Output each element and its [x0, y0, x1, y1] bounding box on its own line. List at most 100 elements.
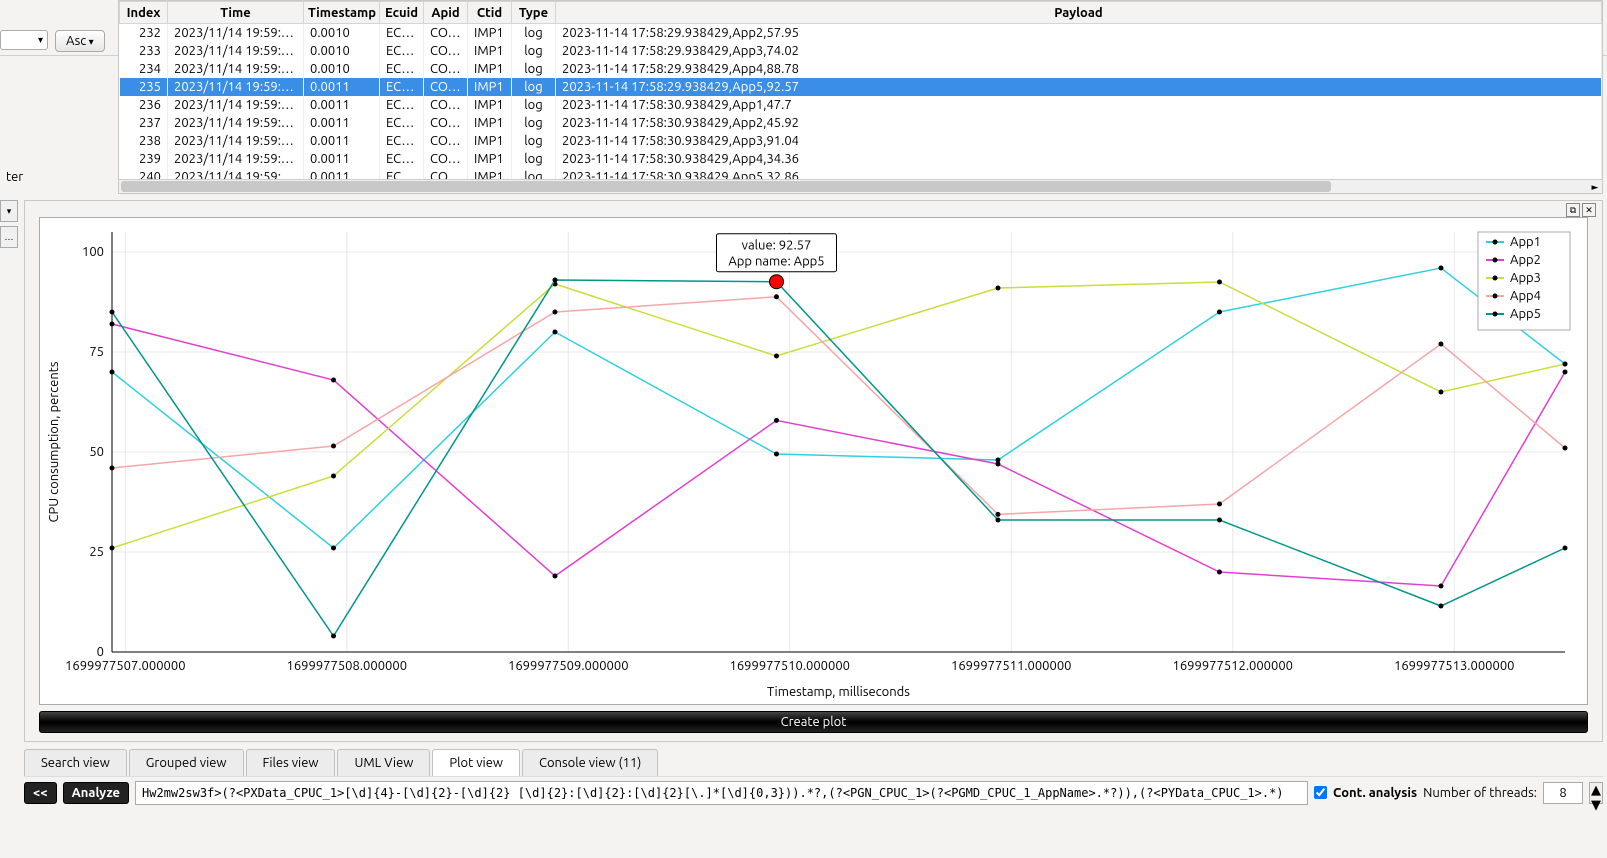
window-controls-chart: ⧉ ✕ [1566, 203, 1596, 217]
data-point[interactable] [1217, 502, 1222, 507]
table-h-scrollbar[interactable]: ◄ ► [119, 179, 1602, 193]
data-point[interactable] [1438, 390, 1443, 395]
table-row[interactable]: 2382023/11/14 19:59:…0.0011EC…CO…IMP1log… [120, 132, 1602, 150]
series-line-App1[interactable] [112, 268, 1565, 548]
table-row[interactable]: 2362023/11/14 19:59:…0.0011EC…CO…IMP1log… [120, 96, 1602, 114]
table-row[interactable]: 2322023/11/14 19:59:…0.0010EC…CO…IMP1log… [120, 24, 1602, 42]
data-point[interactable] [774, 418, 779, 423]
data-point[interactable] [1563, 546, 1568, 551]
legend-label[interactable]: App4 [1510, 289, 1541, 303]
threads-input[interactable] [1543, 782, 1583, 804]
data-point[interactable] [331, 444, 336, 449]
data-point[interactable] [1217, 570, 1222, 575]
data-point[interactable] [1563, 446, 1568, 451]
tab-uml-view[interactable]: UML View [337, 749, 430, 776]
data-point[interactable] [331, 378, 336, 383]
data-point[interactable] [1438, 266, 1443, 271]
col-header[interactable]: Timestamp [304, 2, 380, 24]
data-point[interactable] [1438, 604, 1443, 609]
tab-plot-view[interactable]: Plot view [432, 749, 520, 776]
data-point[interactable] [774, 354, 779, 359]
data-point[interactable] [995, 512, 1000, 517]
chart-area[interactable]: 02550751001699977507.0000001699977508.00… [39, 217, 1588, 705]
col-header[interactable]: Ctid [468, 2, 512, 24]
col-header[interactable]: Type [512, 2, 556, 24]
data-point[interactable] [774, 452, 779, 457]
scrollbar-thumb[interactable] [121, 181, 1331, 192]
table-row[interactable]: 2342023/11/14 19:59:…0.0010EC…CO…IMP1log… [120, 60, 1602, 78]
data-point[interactable] [331, 474, 336, 479]
chart-svg[interactable]: 02550751001699977507.0000001699977508.00… [40, 218, 1585, 702]
analyze-button[interactable]: Analyze [63, 782, 129, 804]
tab-grouped-view[interactable]: Grouped view [129, 749, 244, 776]
sort-order-button[interactable]: Asc [55, 30, 105, 52]
series-line-App4[interactable] [112, 297, 1565, 515]
legend-label[interactable]: App1 [1510, 235, 1541, 249]
cell: EC… [380, 60, 424, 78]
data-point[interactable] [1438, 342, 1443, 347]
data-point[interactable] [110, 310, 115, 315]
table-row[interactable]: 2332023/11/14 19:59:…0.0010EC…CO…IMP1log… [120, 42, 1602, 60]
table-row[interactable]: 2392023/11/14 19:59:…0.0011EC…CO…IMP1log… [120, 150, 1602, 168]
detach-icon[interactable]: ⧉ [1566, 203, 1580, 217]
cell: CO… [424, 60, 468, 78]
side-button-dot[interactable]: … [0, 226, 18, 248]
cell: 232 [120, 24, 168, 42]
data-point[interactable] [995, 462, 1000, 467]
data-point[interactable] [1217, 518, 1222, 523]
data-point[interactable] [110, 546, 115, 551]
data-point[interactable] [552, 574, 557, 579]
data-point[interactable] [552, 310, 557, 315]
side-button-up[interactable]: ▾ [0, 200, 18, 222]
tab-console-view-11-[interactable]: Console view (11) [522, 749, 658, 776]
back-button[interactable]: << [24, 782, 57, 804]
data-point[interactable] [552, 278, 557, 283]
view-tabs: Search viewGrouped viewFiles viewUML Vie… [24, 746, 1603, 774]
col-header[interactable]: Apid [424, 2, 468, 24]
log-table[interactable]: IndexTimeTimestampEcuidApidCtidTypePaylo… [119, 1, 1602, 186]
cell: 233 [120, 42, 168, 60]
legend-label[interactable]: App3 [1510, 271, 1541, 285]
highlight-point[interactable] [769, 275, 783, 289]
series-line-App3[interactable] [112, 282, 1565, 548]
data-point[interactable] [331, 546, 336, 551]
data-point[interactable] [1217, 280, 1222, 285]
data-point[interactable] [1217, 310, 1222, 315]
data-point[interactable] [1563, 370, 1568, 375]
cell: 236 [120, 96, 168, 114]
data-point[interactable] [1438, 584, 1443, 589]
data-point[interactable] [995, 286, 1000, 291]
table-row[interactable]: 2352023/11/14 19:59:…0.0011EC…CO…IMP1log… [120, 78, 1602, 96]
regex-input[interactable] [135, 781, 1308, 805]
data-point[interactable] [1563, 362, 1568, 367]
legend-label[interactable]: App5 [1510, 307, 1541, 321]
table-row[interactable]: 2372023/11/14 19:59:…0.0011EC…CO…IMP1log… [120, 114, 1602, 132]
data-point[interactable] [110, 370, 115, 375]
spin-up-icon[interactable]: ▲ [1590, 783, 1602, 798]
scroll-right-icon[interactable]: ► [1588, 180, 1602, 194]
cell: CO… [424, 150, 468, 168]
col-header[interactable]: Time [168, 2, 304, 24]
data-point[interactable] [331, 634, 336, 639]
data-point[interactable] [552, 330, 557, 335]
col-header[interactable]: Ecuid [380, 2, 424, 24]
tab-files-view[interactable]: Files view [246, 749, 336, 776]
col-header[interactable]: Payload [556, 2, 1602, 24]
create-plot-button[interactable]: Create plot [39, 711, 1588, 733]
data-point[interactable] [110, 322, 115, 327]
data-point[interactable] [774, 294, 779, 299]
legend-label[interactable]: App2 [1510, 253, 1541, 267]
cell: 0.0011 [304, 96, 380, 114]
series-line-App5[interactable] [112, 280, 1565, 636]
tab-search-view[interactable]: Search view [24, 749, 127, 776]
threads-spinner[interactable]: ▲▼ [1589, 782, 1603, 804]
col-header[interactable]: Index [120, 2, 168, 24]
spin-down-icon[interactable]: ▼ [1590, 798, 1602, 813]
svg-text:1699977512.000000: 1699977512.000000 [1173, 659, 1294, 673]
data-point[interactable] [995, 518, 1000, 523]
svg-text:1699977508.000000: 1699977508.000000 [287, 659, 408, 673]
close-icon[interactable]: ✕ [1582, 203, 1596, 217]
left-combo[interactable] [0, 30, 48, 50]
cont-analysis-checkbox[interactable] [1314, 786, 1327, 799]
data-point[interactable] [110, 466, 115, 471]
